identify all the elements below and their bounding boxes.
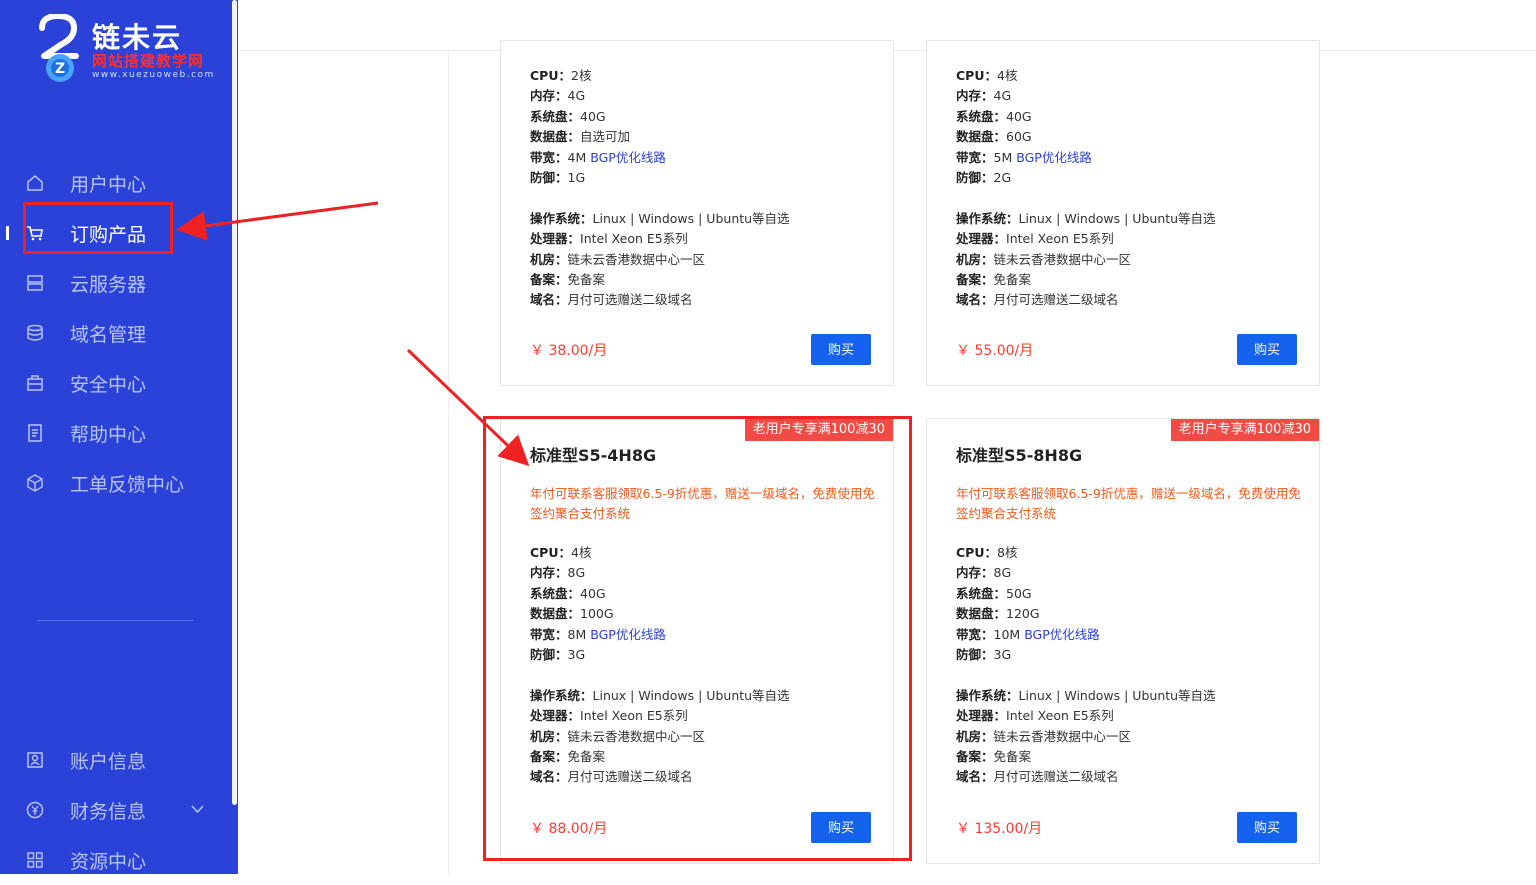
promo-text: 年付可联系客服领取6.5-9折优惠，赠送一级域名，免费使用免签约聚合支付系统 (530, 486, 875, 521)
product-card: 老用户专享满100减30 标准型S5-4H8G 年付可联系客服领取6.5-9折优… (500, 418, 894, 864)
sidebar-item-label: 安全中心 (70, 373, 147, 396)
product-card: CPU：4核 内存：4G 系统盘：40G 数据盘：60G 带宽：5M BGP优化… (926, 40, 1320, 386)
price: ￥ 38.00/月 (530, 343, 608, 359)
sidebar-item-finance-info[interactable]: 财务信息 (0, 785, 231, 835)
sidebar-item-label: 财务信息 (70, 800, 147, 823)
sidebar-item-help-center[interactable]: 帮助中心 (0, 408, 231, 458)
scrollbar-thumb[interactable] (232, 0, 237, 805)
sidebar-item-label: 帮助中心 (70, 423, 147, 446)
chevron-down-icon[interactable] (191, 803, 204, 818)
spec-list: CPU：4核 内存：8G 系统盘：40G 数据盘：100G 带宽：8M BGP优… (530, 545, 790, 785)
sidebar-item-label: 账户信息 (70, 750, 147, 773)
server-icon (26, 274, 44, 292)
spec-list: CPU：4核 内存：4G 系统盘：40G 数据盘：60G 带宽：5M BGP优化… (956, 68, 1216, 308)
briefcase-icon (26, 374, 44, 392)
buy-button[interactable]: 购买 (1237, 334, 1297, 365)
sidebar-item-order-products[interactable]: 订购产品 (0, 208, 231, 258)
product-title: 标准型S5-8H8G (956, 446, 1083, 465)
product-card: 老用户专享满100减30 标准型S5-8H8G 年付可联系客服领取6.5-9折优… (926, 418, 1320, 864)
sidebar-item-domain-management[interactable]: 域名管理 (0, 308, 231, 358)
document-icon (26, 424, 44, 442)
sidebar-item-user-center[interactable]: 用户中心 (0, 158, 231, 208)
cart-icon (26, 224, 44, 242)
price: ￥ 88.00/月 (530, 821, 608, 837)
spec-list: CPU：2核 内存：4G 系统盘：40G 数据盘：自选可加 带宽：4M BGP优… (530, 68, 790, 308)
buy-button[interactable]: 购买 (1237, 812, 1297, 843)
content-divider (448, 50, 449, 874)
sidebar-item-label: 用户中心 (70, 173, 147, 196)
sidebar-scrollbar[interactable] (231, 0, 238, 874)
sidebar-item-label: 资源中心 (70, 850, 147, 873)
spec-list: CPU：8核 内存：8G 系统盘：50G 数据盘：120G 带宽：10M BGP… (956, 545, 1216, 785)
brand-url: www.xuezuoweb.com (92, 70, 215, 80)
home-icon (26, 174, 44, 192)
buy-button[interactable]: 购买 (811, 334, 871, 365)
product-title: 标准型S5-4H8G (530, 446, 657, 465)
sidebar-item-label: 订购产品 (70, 223, 147, 246)
sidebar-item-account-info[interactable]: 账户信息 (0, 735, 231, 785)
product-card: CPU：2核 内存：4G 系统盘：40G 数据盘：自选可加 带宽：4M BGP优… (500, 40, 894, 386)
promo-text: 年付可联系客服领取6.5-9折优惠，赠送一级域名，免费使用免签约聚合支付系统 (956, 486, 1301, 521)
database-icon (26, 324, 44, 342)
sidebar-divider (37, 620, 193, 621)
cube-icon (26, 474, 44, 492)
user-card-icon (26, 751, 44, 769)
grid-icon (26, 851, 44, 869)
sidebar-item-ticket-center[interactable]: 工单反馈中心 (0, 458, 231, 508)
brand-logo[interactable]: Z 链未云 网站搭建教学网 www.xuezuoweb.com (30, 12, 230, 92)
buy-button[interactable]: 购买 (811, 812, 871, 843)
svg-text:Z: Z (55, 61, 65, 77)
sidebar-item-label: 工单反馈中心 (70, 473, 185, 496)
promo-badge: 老用户专享满100减30 (744, 419, 893, 441)
sidebar-item-security-center[interactable]: 安全中心 (0, 358, 231, 408)
sidebar-item-resource-center[interactable]: 资源中心 (0, 835, 231, 885)
brand-subtitle: 网站搭建教学网 (92, 52, 205, 70)
sidebar-item-label: 域名管理 (70, 323, 147, 346)
price: ￥ 55.00/月 (956, 343, 1034, 359)
yuan-icon (26, 801, 44, 819)
sidebar-item-label: 云服务器 (70, 273, 147, 296)
sidebar-item-cloud-server[interactable]: 云服务器 (0, 258, 231, 308)
sidebar-nav-bottom: 账户信息 财务信息 资源中心 (0, 735, 231, 885)
logo-mark-icon: Z (39, 14, 79, 82)
promo-badge: 老用户专享满100减30 (1170, 419, 1319, 441)
sidebar-nav: 用户中心 订购产品 云服务器 域名管理 安全中心 帮助中心 工单反馈中心 (0, 158, 231, 508)
sidebar: Z 链未云 网站搭建教学网 www.xuezuoweb.com 用户中心 订购产… (0, 0, 231, 874)
price: ￥ 135.00/月 (956, 821, 1043, 837)
